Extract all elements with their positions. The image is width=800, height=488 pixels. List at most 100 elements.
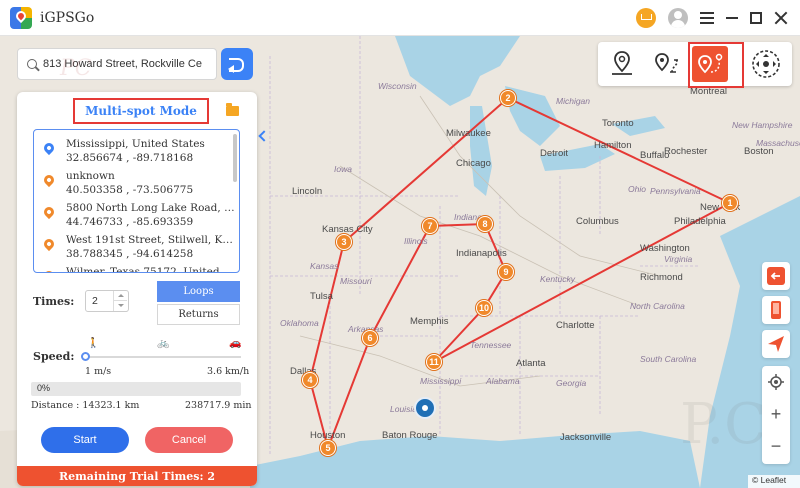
state-label: Ohio — [628, 184, 646, 194]
speed-max: 3.6 km/h — [207, 366, 250, 377]
send-icon — [768, 336, 784, 352]
close-icon[interactable] — [774, 11, 788, 25]
location-pin-icon — [612, 51, 632, 75]
times-decrement-icon[interactable] — [113, 301, 127, 311]
bike-icon: 🚲 — [157, 338, 170, 349]
collapse-panel-icon[interactable] — [257, 128, 269, 144]
waypoint-marker[interactable]: 11 — [426, 354, 442, 370]
city-label: Washington — [640, 243, 690, 254]
speed-label: Speed: — [33, 350, 75, 363]
spot-list-item[interactable]: West 191st Street, Stilwell, Kans... 38.7… — [34, 226, 239, 260]
waypoint-marker[interactable]: 7 — [422, 218, 438, 234]
speed-slider-track[interactable] — [85, 356, 241, 358]
spot-name: West 191st Street, Stilwell, Kans... — [66, 234, 236, 246]
state-label: Virginia — [664, 254, 693, 264]
car-icon: 🚗 — [229, 338, 242, 349]
state-label: North Carolina — [630, 301, 685, 311]
waypoint-marker[interactable]: 3 — [336, 234, 352, 250]
spot-name: Wilmer, Texas 75172, United St... — [66, 266, 236, 273]
location-pin-icon — [41, 268, 57, 272]
menu-icon[interactable] — [700, 12, 714, 24]
user-avatar-icon[interactable] — [668, 8, 688, 28]
current-position-marker[interactable] — [414, 397, 436, 419]
city-label: Charlotte — [556, 320, 595, 331]
waypoint-marker[interactable]: 8 — [477, 216, 493, 232]
zoom-in-icon[interactable]: + — [762, 398, 790, 430]
side-back-button[interactable] — [762, 262, 790, 290]
mode-title: Multi-spot Mode — [73, 98, 209, 124]
joystick-mode-button[interactable] — [748, 46, 784, 82]
zoom-controls: + − — [762, 366, 790, 464]
city-label: Hamilton — [594, 140, 632, 151]
city-label: Milwaukee — [446, 128, 491, 139]
waypoint-marker[interactable]: 6 — [362, 330, 378, 346]
joystick-icon — [752, 50, 780, 78]
waypoint-marker[interactable]: 4 — [302, 372, 318, 388]
city-label: Lincoln — [292, 186, 323, 197]
speed-slider-handle[interactable] — [81, 352, 90, 361]
city-label: Toronto — [602, 118, 634, 129]
city-label: Columbus — [576, 216, 619, 227]
state-label: New Hampshire — [732, 120, 793, 130]
walk-icon: 🚶 — [87, 338, 100, 349]
state-label: Missouri — [340, 276, 372, 286]
duration-total: 238717.9 min — [185, 400, 252, 411]
spot-list-item[interactable]: unknown 40.503358 , -73.506775 — [34, 162, 239, 196]
two-spot-mode-button[interactable] — [648, 46, 684, 82]
state-label: Illinois — [404, 236, 428, 246]
list-scrollbar[interactable] — [233, 134, 237, 182]
city-label: Jacksonville — [560, 432, 612, 443]
spot-name: Mississippi, United States — [66, 138, 205, 150]
spot-list-item[interactable]: 5800 North Long Lake Road, Tr... 44.74673… — [34, 194, 239, 228]
loops-button[interactable]: Loops — [157, 281, 240, 302]
teleport-mode-button[interactable] — [604, 46, 640, 82]
trial-banner: Remaining Trial Times: 2 — [17, 466, 257, 486]
locate-icon[interactable] — [762, 366, 790, 398]
progress-text: 0% — [37, 383, 51, 393]
waypoint-marker[interactable]: 10 — [476, 300, 492, 316]
state-label: Mississippi — [420, 376, 462, 386]
state-label: Kansas — [310, 261, 339, 271]
phone-icon — [771, 301, 781, 319]
state-label: Michigan — [556, 96, 591, 106]
returns-button[interactable]: Returns — [157, 304, 240, 325]
state-label: Oklahoma — [280, 318, 319, 328]
state-label: Alabama — [486, 376, 520, 386]
map-attribution[interactable]: © Leaflet — [748, 475, 800, 488]
state-label: Tennessee — [470, 340, 512, 350]
state-label: Massachusetts — [756, 138, 800, 148]
cart-icon[interactable] — [636, 8, 656, 28]
waypoint-marker[interactable]: 5 — [320, 440, 336, 456]
watermark-logo: PC — [60, 56, 92, 81]
waypoint-marker[interactable]: 9 — [498, 264, 514, 280]
spot-name: unknown — [66, 170, 115, 182]
state-label: Iowa — [334, 164, 352, 174]
distance-label: Distance : 14323.1 km — [31, 400, 140, 411]
search-icon — [27, 59, 37, 69]
spot-list[interactable]: Mississippi, United States 32.856674 , -8… — [33, 129, 240, 273]
city-label: Detroit — [540, 148, 568, 159]
spot-list-item[interactable]: Wilmer, Texas 75172, United St... — [34, 258, 239, 273]
location-pin-icon — [41, 236, 57, 252]
state-label: South Carolina — [640, 354, 697, 364]
import-folder-icon[interactable] — [226, 103, 239, 116]
side-device-button[interactable] — [762, 296, 790, 324]
minimize-icon[interactable] — [726, 17, 738, 19]
times-label: Times: — [33, 295, 75, 308]
waypoint-marker[interactable]: 2 — [500, 90, 516, 106]
city-label: Memphis — [410, 316, 449, 327]
title-bar: iGPSGo — [0, 0, 800, 36]
maximize-icon[interactable] — [750, 12, 762, 24]
location-pin-icon — [41, 172, 57, 188]
state-label: Georgia — [556, 378, 587, 388]
search-box[interactable] — [17, 48, 217, 80]
start-button[interactable]: Start — [41, 427, 129, 453]
zoom-out-icon[interactable]: − — [762, 430, 790, 462]
spot-list-item[interactable]: Mississippi, United States 32.856674 , -8… — [34, 130, 239, 164]
city-label: Indianapolis — [456, 248, 507, 259]
waypoint-marker[interactable]: 1 — [722, 195, 738, 211]
cancel-button[interactable]: Cancel — [145, 427, 233, 453]
go-button[interactable] — [221, 48, 253, 80]
times-increment-icon[interactable] — [113, 291, 127, 301]
side-share-button[interactable] — [762, 330, 790, 358]
